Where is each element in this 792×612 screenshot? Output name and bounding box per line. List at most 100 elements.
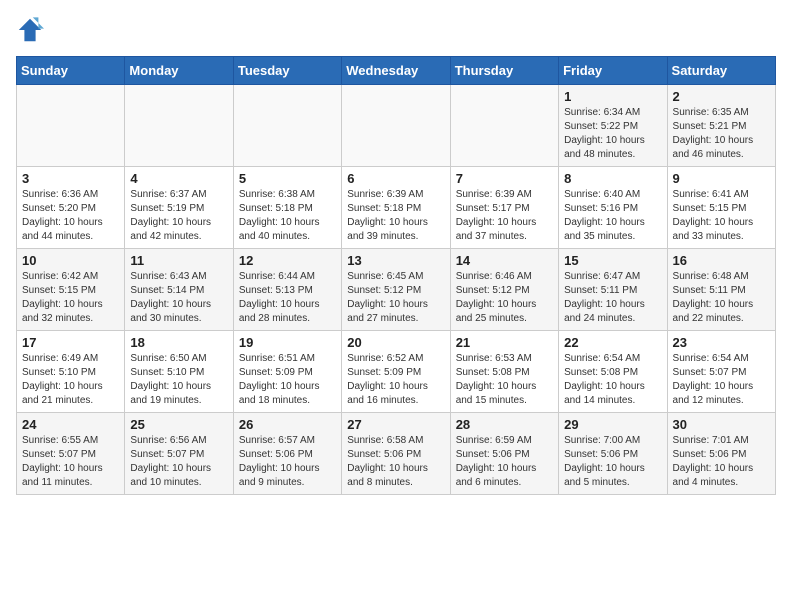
calendar-week-row: 1 Sunrise: 6:34 AM Sunset: 5:22 PM Daylig… bbox=[17, 85, 776, 167]
calendar-cell: 17 Sunrise: 6:49 AM Sunset: 5:10 PM Dayli… bbox=[17, 331, 125, 413]
calendar-cell: 19Sunrise: 6:51 AM Sunset: 5:09 PM Dayli… bbox=[233, 331, 341, 413]
calendar-cell: 11Sunrise: 6:43 AM Sunset: 5:14 PM Dayli… bbox=[125, 249, 233, 331]
day-number: 17 bbox=[22, 335, 119, 350]
weekday-header: Sunday bbox=[17, 57, 125, 85]
day-number: 26 bbox=[239, 417, 336, 432]
day-number: 9 bbox=[673, 171, 770, 186]
calendar-cell: 1 Sunrise: 6:34 AM Sunset: 5:22 PM Daylig… bbox=[559, 85, 667, 167]
calendar-cell: 9 Sunrise: 6:41 AM Sunset: 5:15 PM Daylig… bbox=[667, 167, 775, 249]
calendar-cell: 30 Sunrise: 7:01 AM Sunset: 5:06 PM Dayli… bbox=[667, 413, 775, 495]
day-info: Sunrise: 6:54 AM Sunset: 5:07 PM Dayligh… bbox=[673, 352, 770, 408]
day-info: Sunrise: 6:44 AM Sunset: 5:13 PM Dayligh… bbox=[239, 270, 336, 326]
day-info: Sunrise: 6:41 AM Sunset: 5:15 PM Dayligh… bbox=[673, 188, 770, 244]
calendar-table: SundayMondayTuesdayWednesdayThursdayFrid… bbox=[16, 56, 776, 495]
logo bbox=[16, 16, 48, 44]
day-number: 12 bbox=[239, 253, 336, 268]
calendar-week-row: 10 Sunrise: 6:42 AM Sunset: 5:15 PM Dayli… bbox=[17, 249, 776, 331]
day-number: 29 bbox=[564, 417, 661, 432]
day-number: 24 bbox=[22, 417, 119, 432]
day-info: Sunrise: 6:57 AM Sunset: 5:06 PM Dayligh… bbox=[239, 434, 336, 490]
calendar-cell: 21 Sunrise: 6:53 AM Sunset: 5:08 PM Dayli… bbox=[450, 331, 558, 413]
day-info: Sunrise: 6:45 AM Sunset: 5:12 PM Dayligh… bbox=[347, 270, 444, 326]
day-number: 8 bbox=[564, 171, 661, 186]
day-number: 6 bbox=[347, 171, 444, 186]
calendar-cell: 5 Sunrise: 6:38 AM Sunset: 5:18 PM Daylig… bbox=[233, 167, 341, 249]
day-number: 11 bbox=[130, 253, 227, 268]
day-number: 28 bbox=[456, 417, 553, 432]
day-number: 20 bbox=[347, 335, 444, 350]
calendar-cell: 26 Sunrise: 6:57 AM Sunset: 5:06 PM Dayli… bbox=[233, 413, 341, 495]
day-info: Sunrise: 6:42 AM Sunset: 5:15 PM Dayligh… bbox=[22, 270, 119, 326]
calendar-cell: 16 Sunrise: 6:48 AM Sunset: 5:11 PM Dayli… bbox=[667, 249, 775, 331]
weekday-header: Tuesday bbox=[233, 57, 341, 85]
day-info: Sunrise: 6:36 AM Sunset: 5:20 PM Dayligh… bbox=[22, 188, 119, 244]
calendar-cell: 20 Sunrise: 6:52 AM Sunset: 5:09 PM Dayli… bbox=[342, 331, 450, 413]
day-info: Sunrise: 6:39 AM Sunset: 5:18 PM Dayligh… bbox=[347, 188, 444, 244]
day-info: Sunrise: 6:39 AM Sunset: 5:17 PM Dayligh… bbox=[456, 188, 553, 244]
calendar-cell bbox=[125, 85, 233, 167]
calendar-cell: 23 Sunrise: 6:54 AM Sunset: 5:07 PM Dayli… bbox=[667, 331, 775, 413]
day-number: 2 bbox=[673, 89, 770, 104]
day-info: Sunrise: 6:47 AM Sunset: 5:11 PM Dayligh… bbox=[564, 270, 661, 326]
day-number: 7 bbox=[456, 171, 553, 186]
day-info: Sunrise: 6:34 AM Sunset: 5:22 PM Dayligh… bbox=[564, 106, 661, 162]
calendar-cell: 25 Sunrise: 6:56 AM Sunset: 5:07 PM Dayli… bbox=[125, 413, 233, 495]
day-number: 19 bbox=[239, 335, 336, 350]
calendar-cell: 28Sunrise: 6:59 AM Sunset: 5:06 PM Dayli… bbox=[450, 413, 558, 495]
day-info: Sunrise: 6:35 AM Sunset: 5:21 PM Dayligh… bbox=[673, 106, 770, 162]
weekday-header: Saturday bbox=[667, 57, 775, 85]
day-number: 15 bbox=[564, 253, 661, 268]
day-info: Sunrise: 6:56 AM Sunset: 5:07 PM Dayligh… bbox=[130, 434, 227, 490]
day-info: Sunrise: 6:55 AM Sunset: 5:07 PM Dayligh… bbox=[22, 434, 119, 490]
day-info: Sunrise: 6:40 AM Sunset: 5:16 PM Dayligh… bbox=[564, 188, 661, 244]
calendar-cell bbox=[17, 85, 125, 167]
day-number: 14 bbox=[456, 253, 553, 268]
day-number: 10 bbox=[22, 253, 119, 268]
day-info: Sunrise: 7:01 AM Sunset: 5:06 PM Dayligh… bbox=[673, 434, 770, 490]
calendar-cell: 7 Sunrise: 6:39 AM Sunset: 5:17 PM Daylig… bbox=[450, 167, 558, 249]
calendar-cell: 12 Sunrise: 6:44 AM Sunset: 5:13 PM Dayli… bbox=[233, 249, 341, 331]
day-number: 5 bbox=[239, 171, 336, 186]
calendar-cell: 24 Sunrise: 6:55 AM Sunset: 5:07 PM Dayli… bbox=[17, 413, 125, 495]
calendar-header: SundayMondayTuesdayWednesdayThursdayFrid… bbox=[17, 57, 776, 85]
day-number: 21 bbox=[456, 335, 553, 350]
day-info: Sunrise: 6:52 AM Sunset: 5:09 PM Dayligh… bbox=[347, 352, 444, 408]
calendar-cell bbox=[342, 85, 450, 167]
day-number: 3 bbox=[22, 171, 119, 186]
page-header bbox=[16, 16, 776, 44]
calendar-body: 1 Sunrise: 6:34 AM Sunset: 5:22 PM Daylig… bbox=[17, 85, 776, 495]
day-number: 30 bbox=[673, 417, 770, 432]
day-number: 18 bbox=[130, 335, 227, 350]
day-number: 23 bbox=[673, 335, 770, 350]
calendar-week-row: 17 Sunrise: 6:49 AM Sunset: 5:10 PM Dayli… bbox=[17, 331, 776, 413]
day-info: Sunrise: 6:49 AM Sunset: 5:10 PM Dayligh… bbox=[22, 352, 119, 408]
day-info: Sunrise: 6:53 AM Sunset: 5:08 PM Dayligh… bbox=[456, 352, 553, 408]
day-info: Sunrise: 6:58 AM Sunset: 5:06 PM Dayligh… bbox=[347, 434, 444, 490]
calendar-cell bbox=[233, 85, 341, 167]
day-number: 16 bbox=[673, 253, 770, 268]
calendar-cell: 29Sunrise: 7:00 AM Sunset: 5:06 PM Dayli… bbox=[559, 413, 667, 495]
calendar-cell: 15 Sunrise: 6:47 AM Sunset: 5:11 PM Dayli… bbox=[559, 249, 667, 331]
day-number: 13 bbox=[347, 253, 444, 268]
weekday-row: SundayMondayTuesdayWednesdayThursdayFrid… bbox=[17, 57, 776, 85]
day-info: Sunrise: 6:48 AM Sunset: 5:11 PM Dayligh… bbox=[673, 270, 770, 326]
weekday-header: Monday bbox=[125, 57, 233, 85]
calendar-cell: 13 Sunrise: 6:45 AM Sunset: 5:12 PM Dayli… bbox=[342, 249, 450, 331]
calendar-cell: 4 Sunrise: 6:37 AM Sunset: 5:19 PM Daylig… bbox=[125, 167, 233, 249]
calendar-cell: 10 Sunrise: 6:42 AM Sunset: 5:15 PM Dayli… bbox=[17, 249, 125, 331]
weekday-header: Friday bbox=[559, 57, 667, 85]
calendar-cell: 3 Sunrise: 6:36 AM Sunset: 5:20 PM Daylig… bbox=[17, 167, 125, 249]
day-number: 25 bbox=[130, 417, 227, 432]
day-number: 22 bbox=[564, 335, 661, 350]
day-info: Sunrise: 6:37 AM Sunset: 5:19 PM Dayligh… bbox=[130, 188, 227, 244]
day-number: 4 bbox=[130, 171, 227, 186]
calendar-cell: 6 Sunrise: 6:39 AM Sunset: 5:18 PM Daylig… bbox=[342, 167, 450, 249]
day-number: 27 bbox=[347, 417, 444, 432]
day-info: Sunrise: 6:38 AM Sunset: 5:18 PM Dayligh… bbox=[239, 188, 336, 244]
calendar-cell bbox=[450, 85, 558, 167]
day-number: 1 bbox=[564, 89, 661, 104]
calendar-cell: 2 Sunrise: 6:35 AM Sunset: 5:21 PM Daylig… bbox=[667, 85, 775, 167]
weekday-header: Thursday bbox=[450, 57, 558, 85]
calendar-cell: 14Sunrise: 6:46 AM Sunset: 5:12 PM Dayli… bbox=[450, 249, 558, 331]
calendar-cell: 18Sunrise: 6:50 AM Sunset: 5:10 PM Dayli… bbox=[125, 331, 233, 413]
